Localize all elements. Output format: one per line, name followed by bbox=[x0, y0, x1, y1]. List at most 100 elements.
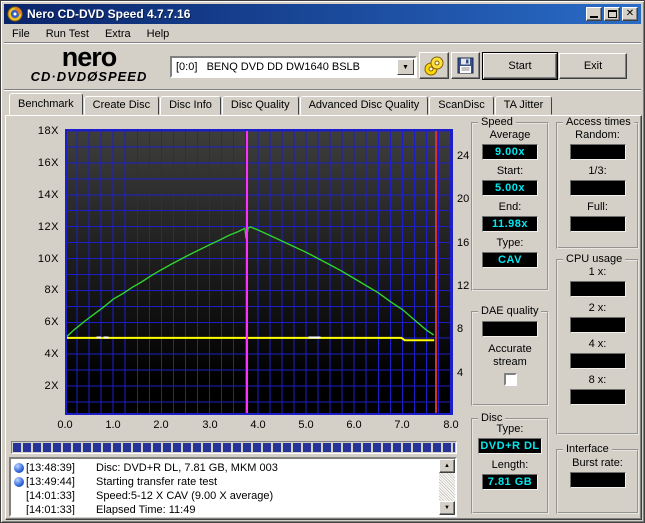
log-timestamp: [13:48:39] bbox=[26, 462, 75, 474]
axis-tick-label: 4X bbox=[44, 348, 59, 360]
close-button[interactable]: ✕ bbox=[622, 7, 638, 21]
separator bbox=[4, 89, 641, 91]
axis-tick-label: 0.0 bbox=[57, 419, 73, 431]
log-message: Elapsed Time: 11:49 bbox=[96, 504, 196, 516]
burst-rate-display bbox=[569, 472, 626, 488]
log-timestamp: [14:01:33] bbox=[26, 504, 75, 516]
cddvdspeed-logo-text: CD·DVDØSPEED bbox=[30, 69, 148, 84]
log-message: Speed:5-12 X CAV (9.00 X average) bbox=[96, 490, 274, 502]
average-label: Average bbox=[489, 129, 531, 141]
cpu-usage-group: CPU usage 1 x: 2 x: 4 x: 8 x: bbox=[556, 253, 639, 435]
close-icon: ✕ bbox=[625, 8, 635, 19]
axis-tick-label: 5.0 bbox=[298, 419, 314, 431]
axis-tick-label: 8X bbox=[44, 284, 59, 296]
scroll-down-button[interactable]: ▼ bbox=[439, 501, 455, 515]
chevron-down-icon: ▼ bbox=[402, 63, 409, 71]
cpu-8x-label: 8 x: bbox=[588, 374, 607, 386]
speed-type-display: CAV bbox=[482, 252, 538, 268]
disc-length-label: Length: bbox=[491, 459, 529, 471]
drive-select-dropdown-button[interactable]: ▼ bbox=[397, 59, 414, 75]
random-access-display bbox=[569, 144, 626, 160]
log-scrollbar[interactable]: ▲ ▼ bbox=[439, 459, 455, 515]
menu-extra[interactable]: Extra bbox=[97, 26, 139, 42]
tab-benchmark[interactable]: Benchmark bbox=[9, 93, 83, 115]
random-label: Random: bbox=[575, 129, 620, 141]
scrollbar-track[interactable] bbox=[439, 473, 455, 501]
drive-speed-icon bbox=[424, 56, 444, 75]
axis-tick-label: 18X bbox=[37, 125, 59, 137]
log-message: Starting transfer rate test bbox=[96, 476, 218, 488]
minimize-icon bbox=[590, 16, 598, 18]
tab-ta-jitter[interactable]: TA Jitter bbox=[494, 96, 553, 115]
end-label: End: bbox=[498, 201, 522, 213]
disc-length-display: 7.81 GB bbox=[482, 474, 538, 490]
log-box: [13:48:39] Disc: DVD+R DL, 7.81 GB, MKM … bbox=[9, 457, 457, 517]
exit-button[interactable]: Exit bbox=[559, 53, 627, 79]
info-icon bbox=[14, 477, 24, 487]
tab-disc-info[interactable]: Disc Info bbox=[160, 96, 221, 115]
average-speed-display: 9.00x bbox=[482, 144, 538, 160]
one-third-label: 1/3: bbox=[588, 165, 607, 177]
info-icon bbox=[14, 463, 24, 473]
exit-button-label: Exit bbox=[583, 60, 603, 72]
axis-tick-label: 10X bbox=[37, 253, 59, 265]
tab-create-disc[interactable]: Create Disc bbox=[83, 96, 160, 115]
disc-group: Disc Type: DVD+R DL Length: 7.81 GB bbox=[471, 412, 549, 514]
cpu-2x-label: 2 x: bbox=[588, 302, 607, 314]
menu-run-test[interactable]: Run Test bbox=[38, 26, 97, 42]
chart-background bbox=[65, 129, 453, 415]
window-title: Nero CD-DVD Speed 4.7.7.16 bbox=[27, 7, 191, 21]
transfer-rate-chart bbox=[65, 129, 453, 415]
log-row: [14:01:33] Elapsed Time: 11:49 bbox=[11, 503, 455, 516]
minimize-button[interactable] bbox=[586, 7, 602, 21]
axis-tick-label: 2X bbox=[44, 380, 59, 392]
burst-rate-label: Burst rate: bbox=[572, 457, 623, 469]
log-row: [14:01:33] Speed:5-12 X CAV (9.00 X aver… bbox=[11, 489, 455, 503]
tab-scandisc[interactable]: ScanDisc bbox=[429, 96, 494, 115]
type-label: Type: bbox=[496, 237, 524, 249]
speed-group: Speed Average 9.00x Start: 5.00x End: 11… bbox=[471, 116, 549, 291]
axis-tick-label: 7.0 bbox=[394, 419, 410, 431]
save-icon bbox=[457, 57, 474, 74]
arrow-down-icon: ▼ bbox=[444, 505, 450, 511]
menu-file[interactable]: File bbox=[4, 26, 38, 42]
app-icon bbox=[7, 6, 23, 22]
progress-bar-fill bbox=[13, 443, 455, 452]
log-timestamp: [14:01:33] bbox=[26, 490, 75, 502]
axis-tick-label: 6X bbox=[44, 316, 59, 328]
axis-tick-label: 12X bbox=[37, 221, 59, 233]
disc-type-label: Type: bbox=[496, 423, 524, 435]
cpu-2x-display bbox=[569, 317, 626, 333]
log-message: Disc: DVD+R DL, 7.81 GB, MKM 003 bbox=[96, 462, 278, 474]
save-button[interactable] bbox=[451, 52, 480, 79]
dae-quality-display bbox=[482, 321, 538, 337]
accurate-stream-checkbox[interactable] bbox=[503, 373, 517, 386]
log-row: [13:49:44] Starting transfer rate test bbox=[11, 475, 455, 489]
maximize-button[interactable] bbox=[604, 7, 620, 21]
tab-advanced-disc-quality[interactable]: Advanced Disc Quality bbox=[299, 96, 429, 115]
access-times-group: Access times Random: 1/3: Full: bbox=[556, 116, 639, 249]
start-button-label: Start bbox=[508, 60, 532, 72]
drive-speed-button[interactable] bbox=[419, 52, 449, 79]
drive-select[interactable]: [0:0] BENQ DVD DD DW1640 BSLB ▼ bbox=[170, 56, 417, 78]
log-timestamp: [13:49:44] bbox=[26, 476, 75, 488]
arrow-up-icon: ▲ bbox=[444, 463, 450, 469]
start-label: Start: bbox=[496, 165, 524, 177]
nero-logo-text: nero bbox=[61, 42, 118, 72]
dae-quality-group: DAE quality Accurate stream bbox=[471, 305, 549, 406]
app-window: Nero CD-DVD Speed 4.7.7.16 ✕ File Run Te… bbox=[0, 0, 645, 523]
accurate-label-line1: Accurate bbox=[488, 343, 532, 355]
nero-logo: nero CD·DVDØSPEED bbox=[9, 42, 169, 85]
cpu-4x-display bbox=[569, 353, 626, 369]
axis-tick-label: 3.0 bbox=[202, 419, 218, 431]
tab-disc-quality[interactable]: Disc Quality bbox=[221, 96, 299, 115]
scroll-up-button[interactable]: ▲ bbox=[439, 459, 455, 473]
axis-tick-label: 14X bbox=[37, 189, 59, 201]
maximize-icon bbox=[607, 10, 617, 18]
axis-tick-label: 8.0 bbox=[443, 419, 459, 431]
menu-help[interactable]: Help bbox=[139, 26, 178, 42]
progress-bar bbox=[11, 441, 457, 454]
start-button[interactable]: Start bbox=[482, 52, 558, 80]
full-access-display bbox=[569, 216, 626, 232]
accurate-label-line2: stream bbox=[493, 356, 527, 368]
